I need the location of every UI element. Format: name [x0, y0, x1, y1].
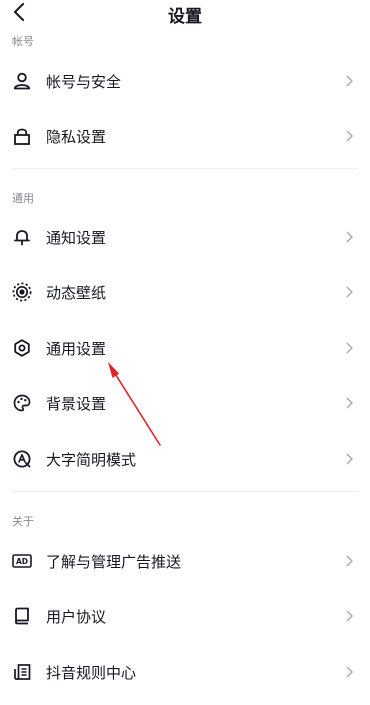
- chevron-right-icon: [344, 665, 354, 679]
- settings-item-user-agreement[interactable]: 用户协议: [0, 594, 370, 638]
- section-label-general: 通用: [12, 192, 34, 205]
- settings-item-label: 通用设置: [46, 339, 107, 358]
- section-divider: [12, 491, 358, 492]
- section-divider: [12, 168, 358, 169]
- settings-item-background[interactable]: 背景设置: [0, 381, 370, 425]
- settings-item-label: 动态壁纸: [46, 283, 107, 302]
- settings-item-ad-management[interactable]: AD 了解与管理广告推送: [0, 539, 370, 583]
- chevron-right-icon: [344, 609, 354, 623]
- settings-item-label: 通知设置: [46, 228, 107, 247]
- page-title: 设置: [168, 7, 202, 27]
- settings-item-large-font-mode[interactable]: 大字简明模式: [0, 437, 370, 481]
- rules-icon: [12, 662, 32, 682]
- settings-item-label: 抖音规则中心: [46, 663, 137, 682]
- chevron-right-icon: [344, 285, 354, 299]
- settings-item-general[interactable]: 通用设置: [0, 326, 370, 370]
- large-font-icon: [12, 449, 32, 469]
- settings-item-label: 帐号与安全: [46, 72, 122, 91]
- chevron-right-icon: [344, 452, 354, 466]
- chevron-right-icon: [344, 341, 354, 355]
- chevron-right-icon: [344, 554, 354, 568]
- settings-item-rules-center[interactable]: 抖音规则中心: [0, 650, 370, 694]
- chevron-right-icon: [344, 129, 354, 143]
- settings-item-label: 背景设置: [46, 394, 107, 413]
- settings-item-live-wallpaper[interactable]: 动态壁纸: [0, 270, 370, 314]
- chevron-right-icon: [344, 396, 354, 410]
- lock-icon: [12, 126, 32, 146]
- settings-item-notifications[interactable]: 通知设置: [0, 215, 370, 259]
- settings-item-label: 隐私设置: [46, 127, 107, 146]
- user-icon: [12, 71, 32, 91]
- ad-icon: AD: [12, 551, 32, 571]
- book-icon: [12, 606, 32, 626]
- settings-item-label: 用户协议: [46, 607, 107, 626]
- settings-item-label: 大字简明模式: [46, 450, 137, 469]
- svg-text:AD: AD: [16, 557, 28, 566]
- palette-icon: [12, 393, 32, 413]
- section-label-about: 关于: [12, 515, 34, 528]
- chevron-right-icon: [344, 74, 354, 88]
- settings-item-label: 了解与管理广告推送: [46, 552, 182, 571]
- live-wallpaper-icon: [12, 282, 32, 302]
- top-bar: 设置: [0, 0, 370, 28]
- chevron-right-icon: [344, 230, 354, 244]
- section-label-account: 帐号: [12, 35, 34, 48]
- bell-icon: [12, 227, 32, 247]
- settings-item-account-security[interactable]: 帐号与安全: [0, 59, 370, 103]
- settings-item-privacy[interactable]: 隐私设置: [0, 114, 370, 158]
- gear-icon: [12, 338, 32, 358]
